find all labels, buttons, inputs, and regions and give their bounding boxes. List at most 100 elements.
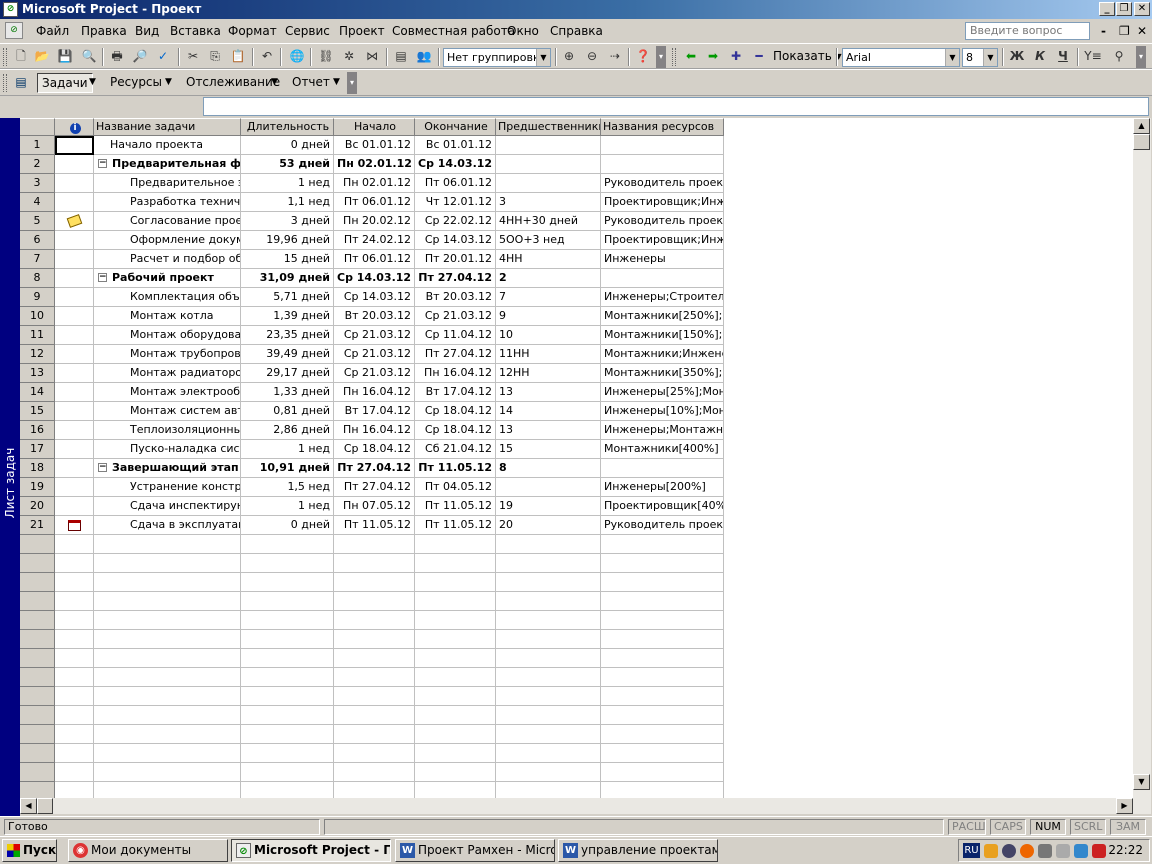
finish-cell[interactable]: Ср 21.03.12 bbox=[415, 307, 496, 326]
indicator-cell[interactable] bbox=[55, 649, 94, 668]
indicator-cell[interactable] bbox=[55, 421, 94, 440]
start-cell[interactable]: Вт 20.03.12 bbox=[334, 307, 415, 326]
tab-report[interactable]: Отчет bbox=[288, 73, 334, 93]
split-task-icon[interactable]: ⋈ bbox=[363, 48, 381, 65]
indicator-cell[interactable] bbox=[55, 212, 94, 231]
start-cell[interactable]: Ср 18.04.12 bbox=[334, 440, 415, 459]
duration-cell[interactable]: 15 дней bbox=[241, 250, 334, 269]
chevron-down-icon[interactable]: ▼ bbox=[89, 77, 96, 87]
indicator-cell[interactable] bbox=[55, 440, 94, 459]
finish-cell[interactable] bbox=[415, 744, 496, 763]
predecessors-cell[interactable]: 2 bbox=[496, 269, 601, 288]
finish-cell[interactable]: Пт 04.05.12 bbox=[415, 478, 496, 497]
start-cell[interactable]: Пн 02.01.12 bbox=[334, 174, 415, 193]
restore-button[interactable]: ❐ bbox=[1116, 2, 1132, 16]
task-name-cell[interactable]: Расчет и подбор оборудования bbox=[94, 250, 241, 269]
predecessors-cell[interactable]: 10 bbox=[496, 326, 601, 345]
duration-cell[interactable]: 29,17 дней bbox=[241, 364, 334, 383]
duration-cell[interactable]: 39,49 дней bbox=[241, 345, 334, 364]
task-name-cell[interactable]: Оформление документации bbox=[94, 231, 241, 250]
select-all-corner[interactable] bbox=[20, 118, 55, 136]
resources-cell[interactable] bbox=[601, 725, 724, 744]
finish-cell[interactable]: Пт 27.04.12 bbox=[415, 345, 496, 364]
duration-cell[interactable]: 53 дней bbox=[241, 155, 334, 174]
table-row[interactable] bbox=[20, 668, 724, 687]
app-icon[interactable]: ⊘ bbox=[3, 2, 18, 17]
finish-cell[interactable]: Пт 06.01.12 bbox=[415, 174, 496, 193]
resources-cell[interactable]: Инженеры;Строители[ bbox=[601, 288, 724, 307]
indicator-cell[interactable] bbox=[55, 155, 94, 174]
resources-cell[interactable]: Монтажники[150%];Инж bbox=[601, 326, 724, 345]
resources-cell[interactable]: Проектировщик;Инженеры bbox=[601, 193, 724, 212]
row-number[interactable]: 20 bbox=[20, 497, 55, 516]
indicator-cell[interactable] bbox=[55, 535, 94, 554]
indicator-cell[interactable] bbox=[55, 307, 94, 326]
predecessors-cell[interactable] bbox=[496, 554, 601, 573]
table-row[interactable] bbox=[20, 649, 724, 668]
start-cell[interactable] bbox=[334, 554, 415, 573]
indicator-cell[interactable] bbox=[55, 250, 94, 269]
finish-cell[interactable]: Пт 20.01.12 bbox=[415, 250, 496, 269]
predecessors-cell[interactable] bbox=[496, 478, 601, 497]
row-number[interactable] bbox=[20, 535, 55, 554]
resources-cell[interactable] bbox=[601, 459, 724, 478]
indicator-cell[interactable] bbox=[55, 288, 94, 307]
arrow-right-icon[interactable]: ➡ bbox=[704, 48, 722, 65]
start-cell[interactable] bbox=[334, 611, 415, 630]
task-name-cell[interactable]: Начало проекта bbox=[94, 136, 241, 155]
row-number[interactable]: 16 bbox=[20, 421, 55, 440]
finish-cell[interactable]: Чт 12.01.12 bbox=[415, 193, 496, 212]
hscroll-thumb[interactable] bbox=[37, 798, 53, 814]
task-name-cell[interactable]: Пуско-наладка системы bbox=[94, 440, 241, 459]
horizontal-scrollbar[interactable]: ◀ ▶ bbox=[20, 798, 1151, 814]
row-number[interactable] bbox=[20, 611, 55, 630]
row-number[interactable] bbox=[20, 763, 55, 782]
tab-tasks[interactable]: Задачи bbox=[37, 73, 93, 93]
toolbar-overflow-icon[interactable]: ▾ bbox=[1136, 46, 1146, 68]
scroll-down-icon[interactable]: ▼ bbox=[1133, 774, 1150, 790]
row-number[interactable]: 6 bbox=[20, 231, 55, 250]
bold-button[interactable]: Ж bbox=[1008, 48, 1026, 65]
spelling-icon[interactable]: ✓ bbox=[154, 48, 172, 65]
resources-cell[interactable]: Руководитель проекта bbox=[601, 174, 724, 193]
predecessors-cell[interactable]: 12НН bbox=[496, 364, 601, 383]
indicator-cell[interactable] bbox=[55, 630, 94, 649]
grouping-select[interactable]: Нет группировки ▼ bbox=[443, 48, 551, 67]
task-name-cell[interactable] bbox=[94, 668, 241, 687]
duration-cell[interactable]: 1 нед bbox=[241, 174, 334, 193]
go-to-task-icon[interactable]: ⇢ bbox=[606, 48, 624, 65]
resources-cell[interactable] bbox=[601, 573, 724, 592]
indicator-cell[interactable] bbox=[55, 744, 94, 763]
task-name-cell[interactable] bbox=[94, 630, 241, 649]
menu-file[interactable]: Файл bbox=[36, 24, 69, 38]
open-icon[interactable]: 📂 bbox=[33, 48, 51, 65]
predecessors-cell[interactable] bbox=[496, 706, 601, 725]
predecessors-cell[interactable] bbox=[496, 725, 601, 744]
task-name-cell[interactable] bbox=[94, 611, 241, 630]
duration-cell[interactable]: 1 нед bbox=[241, 497, 334, 516]
save-icon[interactable]: 💾 bbox=[56, 48, 74, 65]
hyperlink-globe-icon[interactable]: 🌐 bbox=[288, 48, 306, 65]
table-row[interactable] bbox=[20, 744, 724, 763]
menu-help[interactable]: Справка bbox=[550, 24, 603, 38]
hide-subtasks-icon[interactable]: ━ bbox=[750, 48, 768, 65]
finish-cell[interactable] bbox=[415, 535, 496, 554]
paste-icon[interactable]: 📋 bbox=[229, 48, 247, 65]
task-name-cell[interactable] bbox=[94, 706, 241, 725]
indicator-cell[interactable] bbox=[55, 516, 94, 535]
predecessors-cell[interactable]: 11НН bbox=[496, 345, 601, 364]
predecessors-cell[interactable] bbox=[496, 611, 601, 630]
row-number[interactable]: 17 bbox=[20, 440, 55, 459]
task-name-cell[interactable]: Сдача в эксплуатацию bbox=[94, 516, 241, 535]
taskbar-my-documents[interactable]: ◉ Мои документы bbox=[68, 839, 228, 862]
indicator-cell[interactable] bbox=[55, 554, 94, 573]
table-row[interactable] bbox=[20, 573, 724, 592]
resources-cell[interactable]: Инженеры[200%] bbox=[601, 478, 724, 497]
start-cell[interactable] bbox=[334, 687, 415, 706]
task-name-cell[interactable] bbox=[94, 744, 241, 763]
menu-collaborate[interactable]: Совместная работа bbox=[392, 24, 515, 38]
predecessors-cell[interactable]: 9 bbox=[496, 307, 601, 326]
predecessors-cell[interactable] bbox=[496, 649, 601, 668]
start-cell[interactable]: Ср 21.03.12 bbox=[334, 326, 415, 345]
menu-edit[interactable]: Правка bbox=[81, 24, 127, 38]
